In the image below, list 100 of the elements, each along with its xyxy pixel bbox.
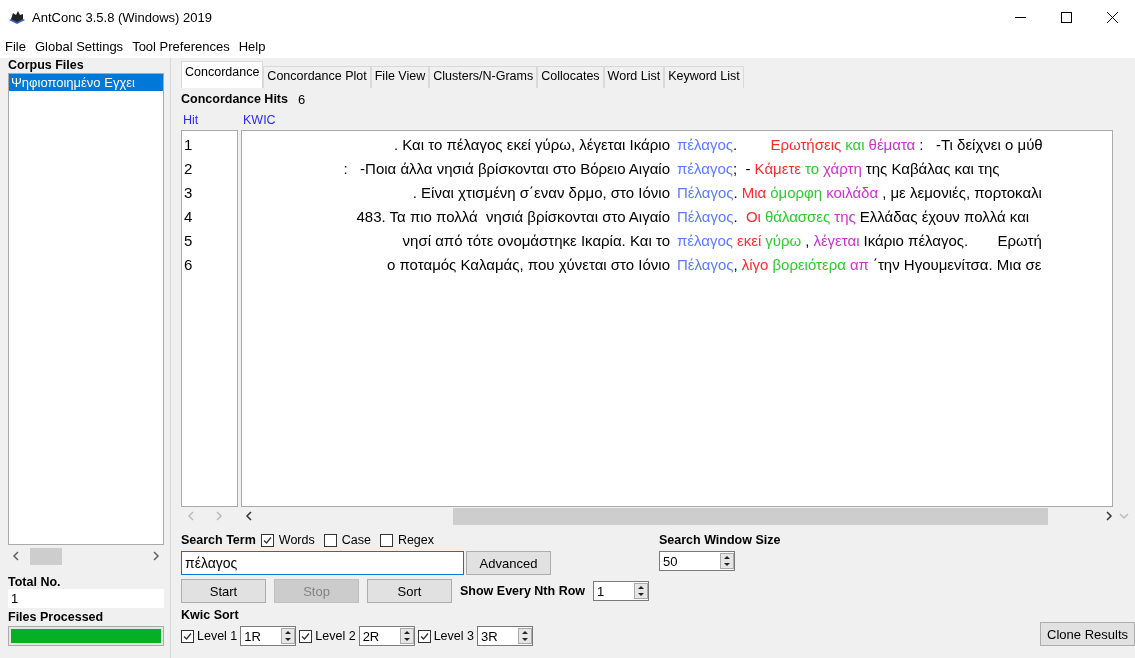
column-header[interactable]: KWIC [243, 113, 276, 127]
menu-item[interactable]: Global Settings [29, 39, 128, 54]
left-context: 483. Τα πιο πολλά νησιά βρίσκονται στο Αιγαίο [355, 207, 670, 227]
context-text: . [733, 207, 739, 227]
context-text: της Καβάλας και της [865, 159, 1000, 179]
checkbox-label: Regex [397, 533, 435, 547]
kwic-sort-label: Kwic Sort [181, 608, 240, 624]
checkbox-label: Words [278, 533, 315, 547]
highlighted-word: Κάμετε [754, 159, 801, 179]
spin-arrows-icon[interactable] [634, 583, 649, 599]
left-context: : -Ποια άλλα νησιά βρίσκονται στο Βόρειο Αιγαίο [342, 159, 670, 179]
total-value: 1 [8, 589, 164, 608]
left-context: . Είναι χτισμένη σ΄εναν δρμο, στο Ιόνιο [411, 183, 670, 203]
panel-label: Corpus Files [8, 58, 85, 72]
hit-number: 6 [183, 255, 194, 275]
checkbox[interactable] [181, 629, 194, 643]
context-text: ; - [733, 159, 751, 179]
scrollbar-thumb[interactable] [453, 507, 1048, 525]
hit-number: 4 [183, 207, 194, 227]
action-button[interactable]: Sort [367, 579, 452, 603]
field-label: Files Processed [8, 610, 105, 624]
field-label: Total No. [8, 575, 62, 589]
menu-item[interactable]: Tool Preferences [127, 39, 234, 54]
spinner-field[interactable]: 3R [476, 626, 533, 646]
checkbox[interactable] [260, 533, 274, 547]
search-field[interactable]: πέλαγος [181, 551, 464, 575]
highlighted-word: Ερωτήσεις [770, 135, 842, 155]
tab[interactable]: File View [370, 66, 430, 88]
tab[interactable]: Keyword List [664, 66, 744, 88]
highlighted-word: κοιλάδα [826, 183, 879, 203]
highlighted-word: της [834, 207, 856, 227]
tab[interactable]: Concordance Plot [263, 66, 371, 88]
advanced-button[interactable]: Advanced [466, 551, 551, 575]
window-title: AntConc 3.5.8 (Windows) 2019 [32, 10, 212, 25]
hits-label: Concordance Hits [181, 92, 288, 106]
tab[interactable]: Collocates [537, 66, 604, 88]
hits-count: 6 [297, 91, 306, 107]
context-text: , [805, 231, 810, 251]
highlighted-word: θάλασσες [764, 207, 831, 227]
checkbox[interactable] [379, 533, 393, 547]
menu-item[interactable]: File [0, 39, 30, 54]
checkbox[interactable] [417, 629, 431, 643]
spinner-field[interactable]: 2R [358, 626, 415, 646]
checkbox-label: Case [341, 533, 371, 547]
spinner-field[interactable]: 1R [240, 626, 297, 646]
highlighted-word: Οι [745, 207, 761, 227]
level-label: Level 2 [315, 629, 356, 643]
action-button: Stop [274, 579, 359, 603]
keyword: Πέλαγος [677, 183, 734, 203]
search-term-label: Search Term [181, 533, 256, 547]
checkbox[interactable] [299, 629, 313, 643]
action-button[interactable]: Start [181, 579, 266, 603]
clone-results-button[interactable]: Clone Results [1040, 622, 1135, 646]
scroll-right-icon[interactable] [152, 550, 160, 562]
context-text: ΄την Ηγουμενίτσα. Μια σε [872, 255, 1042, 275]
highlighted-word: χάρτη [823, 159, 862, 179]
context-text: : -Τι δείχνει ο μύθ [919, 135, 1043, 155]
file-item[interactable]: Ψηφιοποιημένο Εγχει [9, 74, 163, 91]
level-label: Level 1 [197, 629, 238, 643]
column-header[interactable]: Hit [181, 113, 243, 127]
spin-arrows-icon[interactable] [399, 628, 414, 644]
tab[interactable]: Word List [603, 66, 665, 88]
nth-row-label: Show Every Nth Row [460, 584, 586, 598]
spin-arrows-icon[interactable] [720, 553, 734, 569]
checkbox[interactable] [323, 533, 337, 547]
context-text: . [733, 135, 739, 155]
highlighted-word: βορειότερα [772, 255, 846, 275]
left-context: νησί από τότε ονομάστηκε Ικαρία. Και το [401, 231, 670, 251]
context-text: , με λεμονιές, πορτοκαλι [882, 183, 1042, 203]
highlighted-word: το [805, 159, 820, 179]
spinner-field[interactable]: 50 [659, 551, 735, 571]
app-icon [8, 9, 26, 26]
keyword: πέλαγος [677, 231, 734, 251]
context-text: . [733, 183, 738, 203]
context-text: Ικάριο πέλαγος. Ερωτή [863, 231, 1042, 251]
hit-number: 1 [183, 135, 194, 155]
menu-item[interactable]: Help [233, 39, 270, 54]
highlighted-word: λέγεται [813, 231, 860, 251]
highlighted-word: λίγο [741, 255, 769, 275]
close-icon[interactable] [1106, 12, 1118, 23]
highlighted-word: εκεί [737, 231, 762, 251]
spinner-field[interactable]: 1 [593, 581, 650, 601]
highlighted-word: γύρω [765, 231, 802, 251]
tab[interactable]: Clusters/N-Grams [429, 66, 538, 88]
spin-arrows-icon[interactable] [517, 628, 532, 644]
left-context: . Και το πέλαγος εκεί γύρω, λέγεται Ικάριο [392, 135, 670, 155]
keyword: Πέλαγος [677, 255, 734, 275]
scroll-left-icon[interactable] [245, 510, 253, 522]
tab[interactable]: Concordance [181, 61, 264, 88]
highlighted-word: όμορφη [770, 183, 823, 203]
scrollbar-thumb[interactable] [30, 547, 62, 565]
scroll-left-icon[interactable] [12, 550, 20, 562]
scroll-right-icon[interactable] [1105, 510, 1113, 522]
hit-number: 2 [183, 159, 194, 179]
left-context: ο ποταμός Καλαμάς, που χύνεται στο Ιόνιο [385, 255, 670, 275]
keyword: Πέλαγος [677, 207, 734, 227]
maximize-icon[interactable] [1060, 12, 1072, 23]
highlighted-word: απ [849, 255, 869, 275]
spin-arrows-icon[interactable] [281, 628, 296, 644]
context-text: Ελλάδας έχουν πολλά και [859, 207, 1030, 227]
